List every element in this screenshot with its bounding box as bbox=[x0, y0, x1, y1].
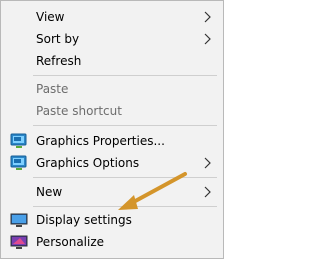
intel-graphics-icon bbox=[10, 133, 27, 148]
menu-item-label: Graphics Options bbox=[36, 156, 140, 170]
menu-item-paste[interactable]: Paste bbox=[1, 79, 223, 101]
menu-item-refresh[interactable]: Refresh bbox=[1, 51, 223, 73]
menu-item-label: Display settings bbox=[36, 213, 132, 227]
menu-item-sort-by[interactable]: Sort by bbox=[1, 29, 223, 51]
menu-separator bbox=[33, 125, 217, 126]
chevron-right-icon bbox=[204, 186, 211, 198]
menu-item-label: Sort by bbox=[36, 32, 80, 46]
menu-item-label: Paste shortcut bbox=[36, 104, 122, 118]
menu-item-personalize[interactable]: Personalize bbox=[1, 232, 223, 254]
menu-separator bbox=[33, 75, 217, 76]
menu-item-new[interactable]: New bbox=[1, 182, 223, 204]
menu-item-view[interactable]: View bbox=[1, 7, 223, 29]
menu-item-label: View bbox=[36, 10, 65, 24]
intel-graphics-icon bbox=[10, 155, 27, 170]
menu-item-label: Personalize bbox=[36, 235, 105, 249]
personalize-monitor-icon bbox=[10, 235, 28, 249]
context-menu: View Sort by Refresh Paste Paste shortcu… bbox=[0, 0, 224, 259]
menu-item-label: Paste bbox=[36, 82, 69, 96]
chevron-right-icon bbox=[204, 11, 211, 23]
menu-item-paste-shortcut[interactable]: Paste shortcut bbox=[1, 101, 223, 123]
chevron-right-icon bbox=[204, 33, 211, 45]
menu-separator bbox=[33, 206, 217, 207]
chevron-right-icon bbox=[204, 157, 211, 169]
menu-item-label: New bbox=[36, 185, 63, 199]
menu-item-label: Graphics Properties... bbox=[36, 134, 165, 148]
menu-separator bbox=[33, 177, 217, 178]
menu-item-graphics-properties[interactable]: Graphics Properties... bbox=[1, 131, 223, 153]
menu-item-graphics-options[interactable]: Graphics Options bbox=[1, 153, 223, 175]
menu-item-display-settings[interactable]: Display settings bbox=[1, 210, 223, 232]
monitor-icon bbox=[10, 213, 28, 227]
menu-item-label: Refresh bbox=[36, 54, 82, 68]
